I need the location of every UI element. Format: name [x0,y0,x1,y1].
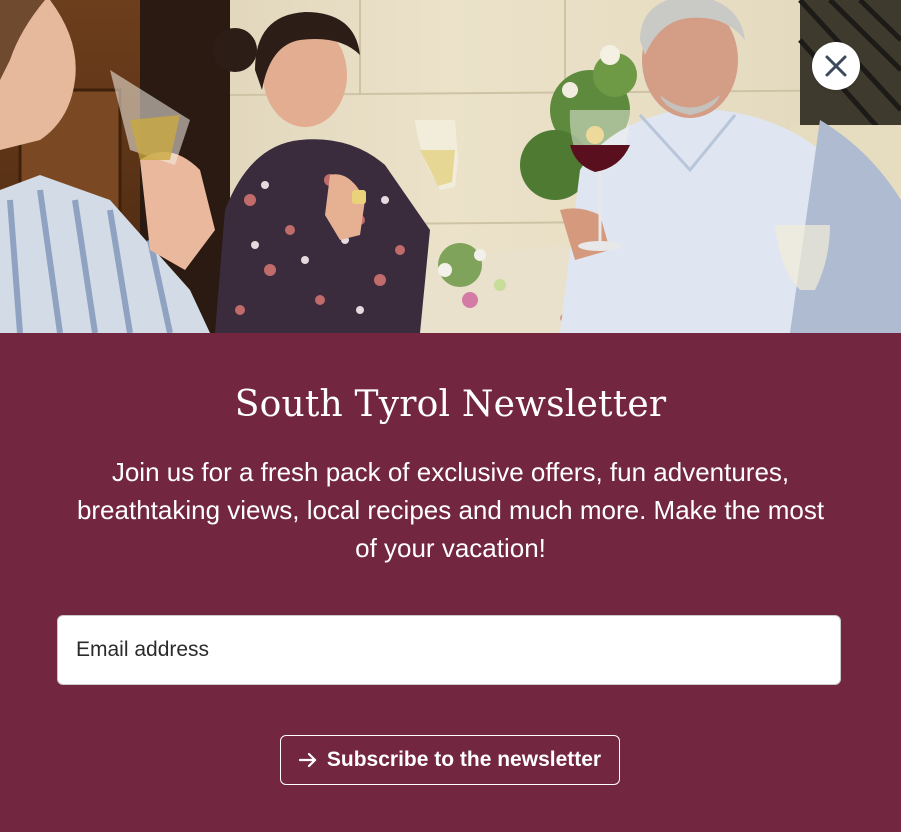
email-field[interactable] [57,615,841,685]
arrow-right-icon [298,752,317,768]
subscribe-label: Subscribe to the newsletter [326,748,602,771]
hero-photo [0,0,901,333]
newsletter-title: South Tyrol Newsletter [234,384,667,425]
close-icon [825,55,847,77]
hero-image-people-dining [0,0,901,333]
newsletter-modal: South Tyrol Newsletter Join us for a fre… [0,0,901,832]
newsletter-description: Join us for a fresh pack of exclusive of… [76,457,825,563]
newsletter-panel: South Tyrol Newsletter Join us for a fre… [0,333,901,832]
close-button[interactable] [812,42,860,90]
subscribe-button[interactable]: Subscribe to the newsletter [280,735,620,785]
